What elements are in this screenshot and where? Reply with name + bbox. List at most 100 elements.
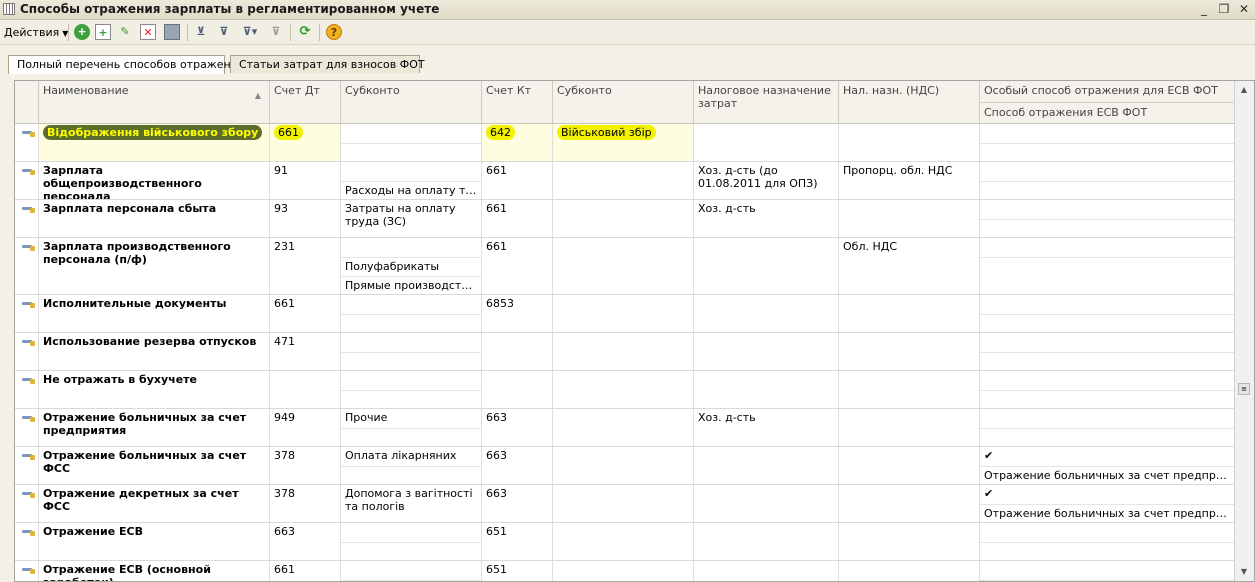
tab-full-list[interactable]: Полный перечень способов отражения	[8, 55, 244, 74]
name-cell[interactable]: Использование резерва отпусков	[39, 333, 270, 370]
credit-cell[interactable]: 661	[482, 200, 553, 237]
name-cell[interactable]: Відображення військового збору	[39, 124, 270, 161]
subconto-2-cell[interactable]	[553, 523, 694, 560]
table-row[interactable]: Отражение больничных за счет ФСС 378 Оплат…	[15, 447, 1235, 485]
tax-purpose-cell[interactable]: Хоз. д-сть	[694, 200, 839, 237]
tax-purpose-cell[interactable]	[694, 124, 839, 161]
debit-cell[interactable]: 661	[270, 124, 341, 161]
table-row[interactable]: Зарплата персонала сбыта 93 Затраты на опл…	[15, 200, 1235, 238]
esv-cell[interactable]	[980, 200, 1235, 237]
table-row[interactable]: Не отражать в бухучете	[15, 371, 1235, 409]
esv-special-checkbox[interactable]: ✔	[980, 485, 1234, 504]
table-row[interactable]: Отражение декретных за счет ФСС 378 Допомо…	[15, 485, 1235, 523]
vat-purpose-cell[interactable]: Обл. НДС	[839, 238, 980, 294]
esv-cell[interactable]	[980, 409, 1235, 446]
credit-cell[interactable]: 663	[482, 447, 553, 484]
tab-cost-items[interactable]: Статьи затрат для взносов ФОТ	[230, 55, 425, 73]
subconto-1-cell[interactable]: Полуфабрикаты Прямые производствен...	[341, 238, 482, 294]
debit-cell[interactable]: 663	[270, 523, 341, 560]
credit-cell[interactable]: 642	[482, 124, 553, 161]
name-cell[interactable]: Зарплата производственного персонала (п/…	[39, 238, 270, 294]
vat-purpose-cell[interactable]	[839, 295, 980, 332]
esv-method-value[interactable]	[980, 257, 1234, 262]
esv-special-checkbox[interactable]	[980, 200, 1234, 219]
tax-purpose-cell[interactable]	[694, 561, 839, 581]
credit-cell[interactable]	[482, 333, 553, 370]
header-esv-special[interactable]: Особый способ отражения для ЕСВ ФОТ	[980, 81, 1234, 100]
refresh-icon[interactable]: ⟳	[297, 24, 313, 40]
delete-icon[interactable]: ✕	[140, 24, 156, 40]
header-credit[interactable]: Счет Кт	[482, 81, 553, 123]
table-row[interactable]: Зарплата общепроизводственного персонала…	[15, 162, 1235, 200]
header-subconto-2[interactable]: Субконто	[553, 81, 694, 123]
debit-cell[interactable]: 91	[270, 162, 341, 199]
subconto-1-cell[interactable]: Расходы на оплату труда...	[341, 162, 482, 199]
subconto-2-cell[interactable]	[553, 333, 694, 370]
save-icon[interactable]	[164, 24, 180, 40]
vat-purpose-cell[interactable]	[839, 561, 980, 581]
debit-cell[interactable]: 378	[270, 447, 341, 484]
esv-special-checkbox[interactable]	[980, 409, 1234, 428]
subconto-2-cell[interactable]	[553, 561, 694, 581]
table-row[interactable]: Отражение больничных за счет предприятия…	[15, 409, 1235, 447]
filter-set-icon[interactable]: ⊻	[193, 24, 209, 40]
vertical-scrollbar[interactable]: ▲ ≡ ▼	[1234, 81, 1254, 581]
esv-cell[interactable]	[980, 238, 1235, 294]
tax-purpose-cell[interactable]	[694, 295, 839, 332]
filter-dropdown-icon[interactable]: ⊽▾	[238, 24, 262, 40]
filter-icon[interactable]: ⊽	[216, 24, 232, 40]
subconto-1-cell[interactable]: Затраты на оплату труда (ЗС)	[341, 200, 482, 237]
tax-purpose-cell[interactable]	[694, 485, 839, 522]
subconto-1-cell[interactable]	[341, 523, 482, 560]
name-cell[interactable]: Зарплата персонала сбыта	[39, 200, 270, 237]
credit-cell[interactable]: 661	[482, 162, 553, 199]
esv-method-value[interactable]	[980, 219, 1234, 224]
credit-cell[interactable]: 6853	[482, 295, 553, 332]
table-row[interactable]: Отражение ЕСВ 663 651	[15, 523, 1235, 561]
restore-icon[interactable]: ❐	[1217, 1, 1231, 17]
debit-cell[interactable]: 378	[270, 485, 341, 522]
name-cell[interactable]: Отражение больничных за счет ФСС	[39, 447, 270, 484]
tax-purpose-cell[interactable]: Хоз. д-сть	[694, 409, 839, 446]
subconto-2-cell[interactable]	[553, 447, 694, 484]
help-icon[interactable]: ?	[326, 24, 342, 40]
esv-method-value[interactable]	[980, 314, 1234, 319]
debit-cell[interactable]: 661	[270, 295, 341, 332]
credit-cell[interactable]: 651	[482, 523, 553, 560]
esv-cell[interactable]	[980, 162, 1235, 199]
subconto-1-cell[interactable]	[341, 371, 482, 408]
esv-special-checkbox[interactable]: ✔	[980, 447, 1234, 466]
name-cell[interactable]: Отражение ЕСВ	[39, 523, 270, 560]
esv-special-checkbox[interactable]	[980, 238, 1234, 257]
scroll-up-icon[interactable]: ▲	[1237, 83, 1251, 97]
scroll-down-icon[interactable]: ▼	[1237, 565, 1251, 579]
table-row[interactable]: Відображення військового збору 661 642 Війс…	[15, 124, 1235, 162]
esv-method-value[interactable]	[980, 390, 1234, 395]
add-icon[interactable]: +	[74, 24, 90, 40]
subconto-2-cell[interactable]	[553, 200, 694, 237]
esv-cell[interactable]	[980, 523, 1235, 560]
credit-cell[interactable]: 663	[482, 485, 553, 522]
credit-cell[interactable]: 651	[482, 561, 553, 581]
subconto-2-cell[interactable]: Військовий збір	[553, 124, 694, 161]
esv-method-value[interactable]	[980, 352, 1234, 357]
tax-purpose-cell[interactable]	[694, 238, 839, 294]
credit-cell[interactable]: 661	[482, 238, 553, 294]
debit-cell[interactable]: 93	[270, 200, 341, 237]
subconto-1-cell[interactable]	[341, 295, 482, 332]
table-row[interactable]: Зарплата производственного персонала (п/…	[15, 238, 1235, 295]
debit-cell[interactable]	[270, 371, 341, 408]
name-cell[interactable]: Исполнительные документы	[39, 295, 270, 332]
esv-cell[interactable]	[980, 561, 1235, 581]
esv-cell[interactable]: ✔ Отражение больничных за счет предприяти…	[980, 447, 1235, 484]
subconto-2-cell[interactable]	[553, 295, 694, 332]
vat-purpose-cell[interactable]	[839, 485, 980, 522]
subconto-1-cell[interactable]	[341, 333, 482, 370]
debit-cell[interactable]: 661	[270, 561, 341, 581]
esv-method-value[interactable]	[980, 428, 1234, 433]
vat-purpose-cell[interactable]	[839, 409, 980, 446]
tax-purpose-cell[interactable]	[694, 371, 839, 408]
actions-menu-button[interactable]: Действия ▼	[4, 26, 68, 39]
esv-special-checkbox[interactable]	[980, 295, 1234, 314]
esv-special-checkbox[interactable]	[980, 162, 1234, 181]
